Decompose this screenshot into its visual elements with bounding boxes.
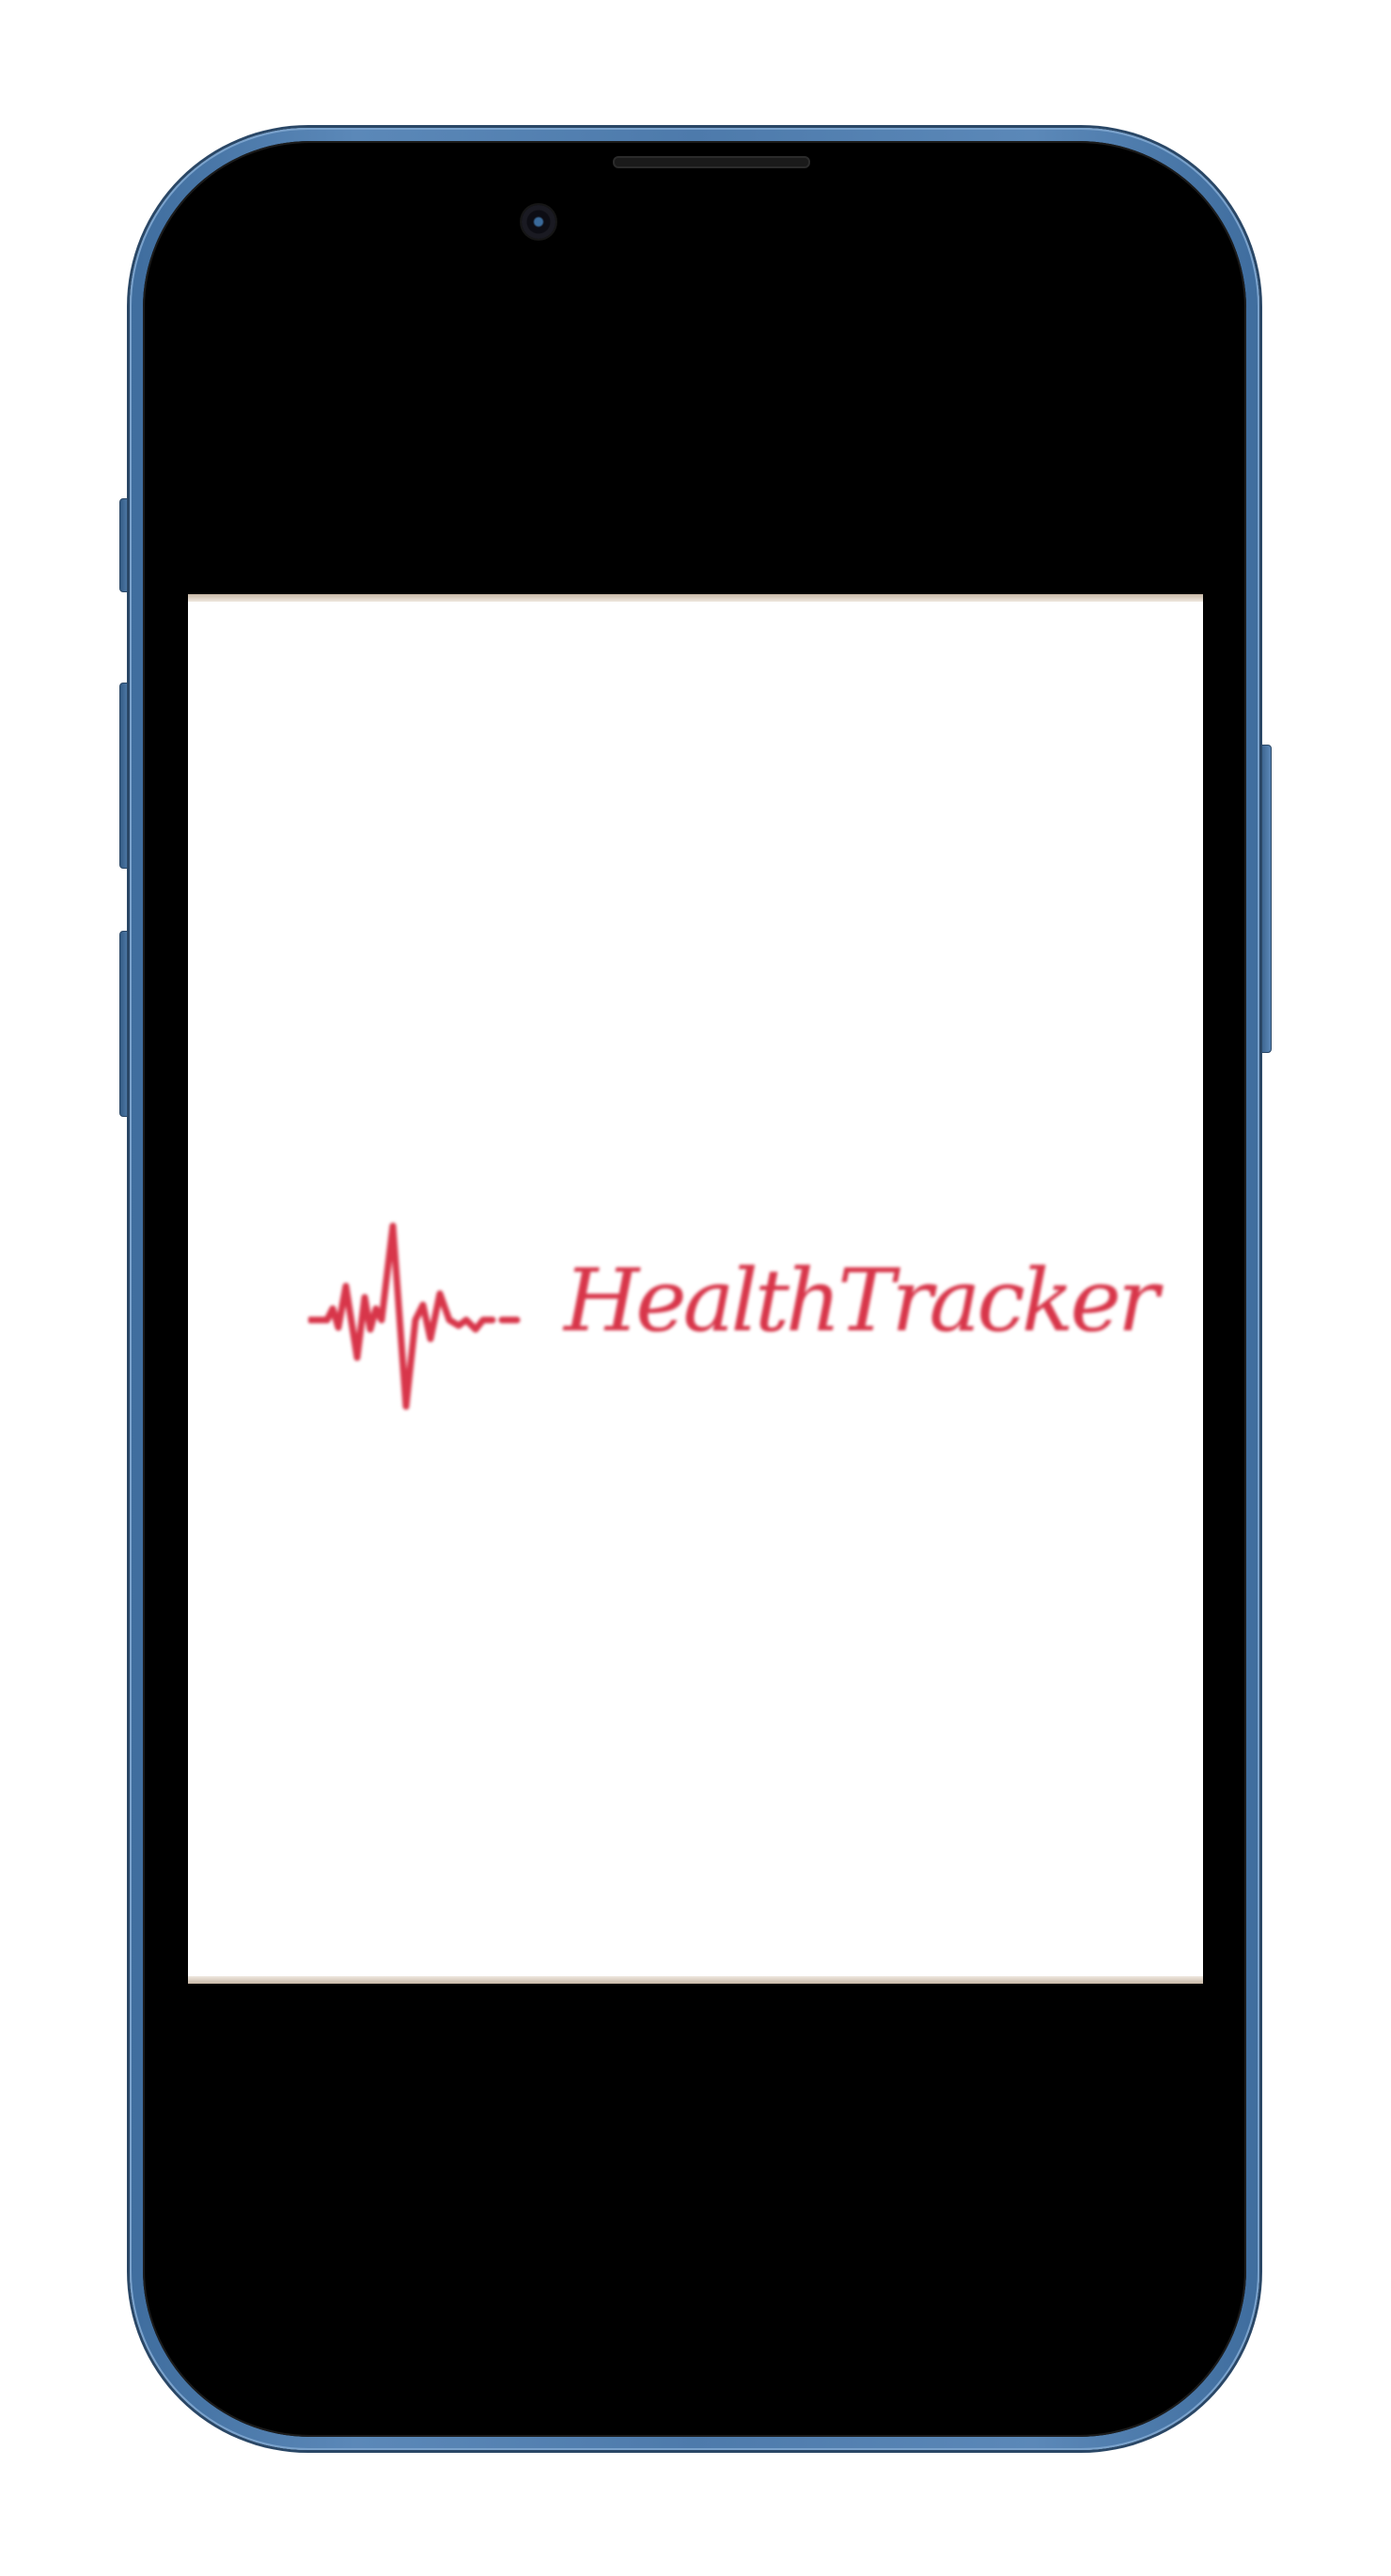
app-screen[interactable]: HealthTracker — [188, 594, 1203, 1984]
app-logo: HealthTracker — [308, 1188, 1159, 1414]
splash-screen: HealthTracker — [188, 594, 1203, 1984]
screen-edge-bottom — [188, 1976, 1203, 1984]
power-button — [1258, 745, 1272, 1053]
front-camera-icon — [522, 205, 555, 239]
heartbeat-pulse-icon — [308, 1222, 521, 1410]
canvas: HealthTracker — [0, 0, 1391, 2576]
app-logo-text: HealthTracker — [564, 1250, 1159, 1351]
earpiece-speaker — [613, 156, 810, 168]
